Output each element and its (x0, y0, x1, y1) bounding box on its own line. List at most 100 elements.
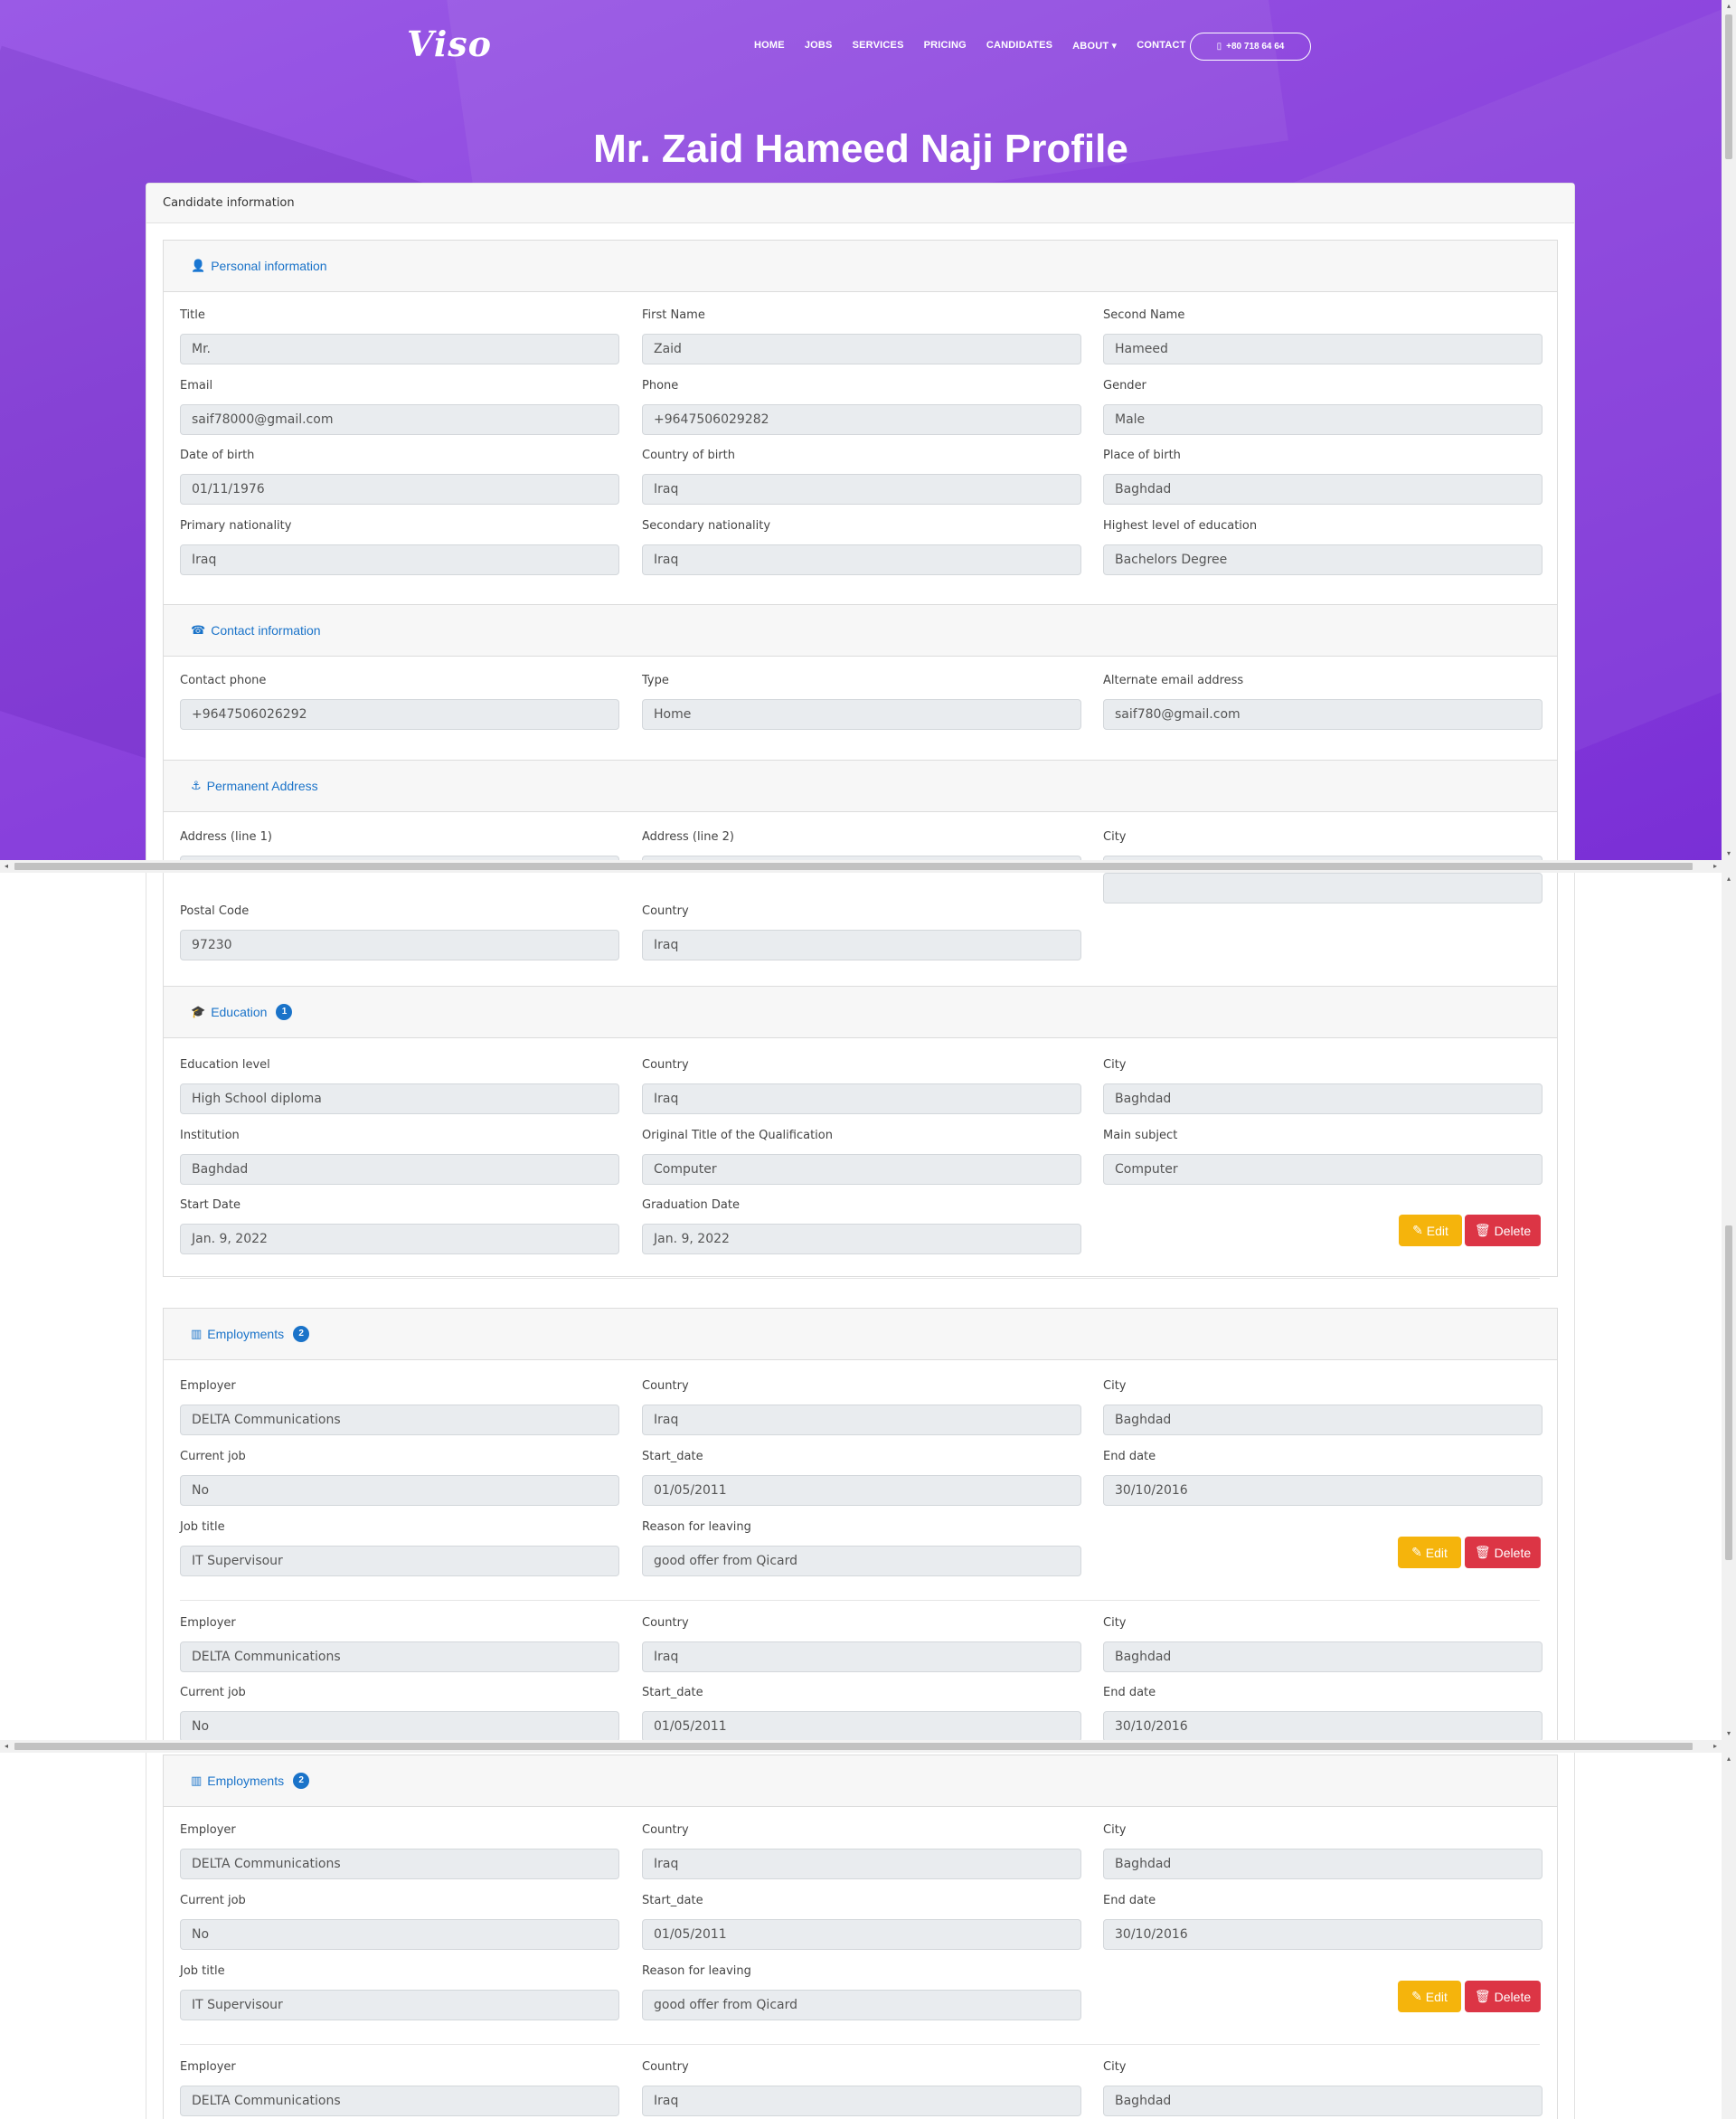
field-input[interactable]: DELTA Communications (180, 1641, 619, 1672)
field-input[interactable]: Baghdad (180, 1154, 619, 1185)
delete-education-button[interactable]: 🗑 Delete (1465, 1215, 1541, 1246)
field-qualification-title: Original Title of the Qualification Compu… (642, 1129, 1081, 1185)
field-input[interactable]: Bachelors Degree (1103, 544, 1543, 575)
field-input[interactable]: Baghdad (1103, 1083, 1543, 1114)
delete-employment-button[interactable]: 🗑 Delete (1465, 1537, 1541, 1568)
field-input[interactable]: saif78000@gmail.com (180, 404, 619, 435)
field-input[interactable]: No (180, 1475, 619, 1506)
field-label: Country (642, 1616, 689, 1630)
field-input[interactable]: Computer (642, 1154, 1081, 1185)
field-input[interactable]: Zaid (642, 334, 1081, 364)
field-input[interactable]: Hameed (1103, 334, 1543, 364)
field-input[interactable]: 30/10/2016 (1103, 1919, 1543, 1950)
field-input[interactable]: Iraq (642, 1083, 1081, 1114)
field-input[interactable]: Iraq (642, 544, 1081, 575)
scroll-left-arrow[interactable]: ◂ (0, 860, 13, 873)
scrollbar-thumb[interactable] (14, 863, 1693, 870)
page-title: Mr. Zaid Hameed Naji Profile (593, 127, 1128, 171)
field-input[interactable]: Home (642, 699, 1081, 730)
field-input[interactable]: No (180, 1919, 619, 1950)
field-input[interactable]: Baghdad (1103, 1405, 1543, 1435)
scroll-left-arrow[interactable]: ◂ (0, 1740, 13, 1753)
horizontal-scrollbar[interactable]: ◂ ▸ (0, 1740, 1736, 1753)
vertical-scrollbar[interactable]: ▴ ▾ (1722, 0, 1736, 860)
scroll-up-arrow[interactable]: ▴ (1722, 0, 1736, 13)
field-input[interactable]: Iraq (642, 930, 1081, 960)
site-logo[interactable]: Viso (407, 24, 492, 64)
field-input[interactable]: Computer (1103, 1154, 1543, 1185)
scroll-up-arrow[interactable]: ▴ (1722, 873, 1736, 885)
field-input[interactable]: 30/10/2016 (1103, 1711, 1543, 1740)
divider (180, 1278, 1540, 1279)
horizontal-scrollbar[interactable]: ◂ ▸ (0, 860, 1736, 873)
field-employment-city: City Baghdad (1103, 1379, 1543, 1435)
field-input[interactable]: Jan. 9, 2022 (642, 1224, 1081, 1254)
field-input[interactable]: 30/10/2016 (1103, 1475, 1543, 1506)
field-input[interactable]: +9647506029282 (642, 404, 1081, 435)
field-input[interactable]: Iraq (642, 1641, 1081, 1672)
nav-services[interactable]: SERVICES (853, 40, 904, 52)
field-address-city: City (1103, 830, 1543, 860)
field-input[interactable]: Male (1103, 404, 1543, 435)
scroll-right-arrow[interactable]: ▸ (1709, 1740, 1722, 1753)
field-input[interactable] (1103, 873, 1543, 903)
field-employment-country: Country Iraq (642, 1823, 1081, 1879)
field-input[interactable]: 01/05/2011 (642, 1711, 1081, 1740)
edit-education-button[interactable]: ✎ Edit (1399, 1215, 1462, 1246)
field-current-job: Current job No (180, 1894, 619, 1950)
field-input[interactable]: IT Supervisour (180, 1546, 619, 1576)
nav-contact[interactable]: CONTACT (1137, 40, 1185, 52)
field-input[interactable]: Jan. 9, 2022 (180, 1224, 619, 1254)
nav-about[interactable]: ABOUT ▾ (1072, 40, 1117, 52)
scrollbar-thumb[interactable] (1725, 1225, 1732, 1560)
field-input[interactable]: DELTA Communications (180, 1405, 619, 1435)
vertical-scrollbar[interactable]: ▴ (1722, 1753, 1736, 2119)
field-input[interactable]: Baghdad (1103, 1641, 1543, 1672)
field-input[interactable]: IT Supervisour (180, 1990, 619, 2020)
scrollbar-thumb[interactable] (1725, 14, 1732, 159)
field-input[interactable]: Mr. (180, 334, 619, 364)
edit-employment-button[interactable]: ✎ Edit (1398, 1537, 1461, 1568)
field-input[interactable]: High School diploma (180, 1083, 619, 1114)
field-label: City (1103, 1616, 1127, 1630)
field-input[interactable]: DELTA Communications (180, 2086, 619, 2116)
field-input[interactable]: 01/05/2011 (642, 1475, 1081, 1506)
scrollbar-thumb[interactable] (14, 1743, 1693, 1750)
nav-home[interactable]: HOME (754, 40, 785, 52)
building-icon: ▥ (191, 1774, 203, 1787)
nav-candidates[interactable]: CANDIDATES (986, 40, 1052, 52)
field-input[interactable]: Baghdad (1103, 474, 1543, 505)
field-input[interactable]: Iraq (642, 1849, 1081, 1879)
field-country-of-birth: Country of birth Iraq (642, 449, 1081, 505)
vertical-scrollbar[interactable]: ▴ ▾ (1722, 873, 1736, 1740)
field-input[interactable]: Iraq (180, 544, 619, 575)
field-input[interactable]: No (180, 1711, 619, 1740)
field-input[interactable]: good offer from Qicard (642, 1546, 1081, 1576)
scroll-right-arrow[interactable]: ▸ (1709, 860, 1722, 873)
nav-pricing[interactable]: PRICING (924, 40, 967, 52)
scroll-down-arrow[interactable]: ▾ (1722, 847, 1736, 860)
field-input[interactable]: 01/11/1976 (180, 474, 619, 505)
delete-employment-button[interactable]: 🗑 Delete (1465, 1981, 1541, 2012)
nav-jobs[interactable]: JOBS (805, 40, 833, 52)
field-input[interactable]: good offer from Qicard (642, 1990, 1081, 2020)
field-input[interactable]: DELTA Communications (180, 1849, 619, 1879)
field-input[interactable]: Iraq (642, 1405, 1081, 1435)
scroll-up-arrow[interactable]: ▴ (1722, 1753, 1736, 1765)
field-input[interactable]: 97230 (180, 930, 619, 960)
edit-employment-button[interactable]: ✎ Edit (1398, 1981, 1461, 2012)
field-input[interactable]: Iraq (642, 2086, 1081, 2116)
field-contact-phone: Contact phone +9647506026292 (180, 674, 619, 730)
phone-button[interactable]: ▯ +80 718 64 64 (1190, 33, 1311, 61)
field-input[interactable]: 01/05/2011 (642, 1919, 1081, 1950)
field-input[interactable]: Iraq (642, 474, 1081, 505)
field-employment-city: City Baghdad (1103, 1616, 1543, 1672)
field-input[interactable]: Baghdad (1103, 2086, 1543, 2116)
field-input[interactable]: Baghdad (1103, 1849, 1543, 1879)
field-input[interactable]: saif780@gmail.com (1103, 699, 1543, 730)
field-label: Reason for leaving (642, 1520, 751, 1534)
field-label: Secondary nationality (642, 519, 771, 533)
field-employment-end: End date 30/10/2016 (1103, 1450, 1543, 1506)
scroll-down-arrow[interactable]: ▾ (1722, 1727, 1736, 1740)
field-input[interactable]: +9647506026292 (180, 699, 619, 730)
